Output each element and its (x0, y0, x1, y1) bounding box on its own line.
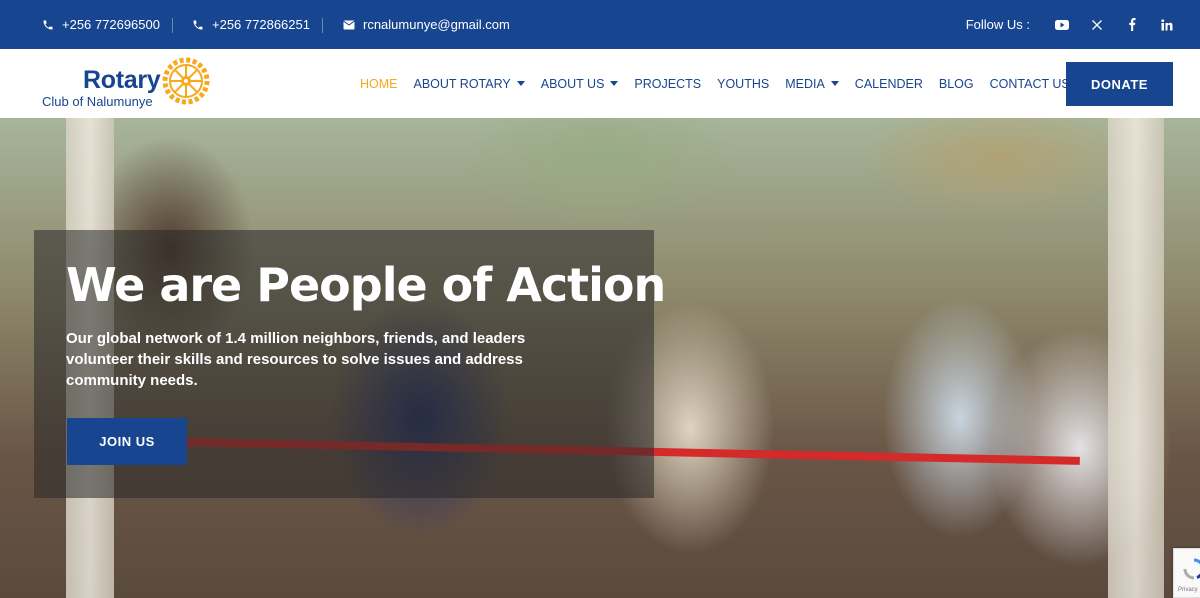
join-us-button[interactable]: JOIN US (67, 418, 187, 465)
logo-name: Rotary (83, 66, 161, 94)
nav-label: ABOUT ROTARY (413, 76, 511, 91)
phone-contact-1[interactable]: +256 772696500 (42, 0, 160, 49)
donate-button[interactable]: DONATE (1066, 62, 1173, 106)
rotary-wheel-icon (162, 57, 210, 105)
nav-label: PROJECTS (634, 76, 702, 91)
recaptcha-label: Privacy (1178, 587, 1198, 593)
hero-banner: We are People of Action Our global netwo… (0, 118, 1200, 598)
email-text: rcnalumunye@gmail.com (363, 17, 510, 32)
phone-contact-2[interactable]: +256 772866251 (192, 0, 310, 49)
nav-about-rotary[interactable]: ABOUT ROTARY (414, 77, 525, 91)
nav-calender[interactable]: CALENDER (855, 77, 923, 91)
nav-home[interactable]: HOME (360, 77, 398, 91)
follow-us: Follow Us : (966, 0, 1184, 49)
site-logo[interactable]: Rotary Club of Nalumunye (42, 57, 214, 111)
site-header: Rotary Club of Nalumunye HOME ABOUT ROTA… (0, 49, 1200, 118)
caret-down-icon (830, 81, 839, 86)
nav-label: MEDIA (785, 76, 825, 91)
hero-description: Our global network of 1.4 million neighb… (66, 330, 526, 389)
phone-2-text: +256 772866251 (212, 17, 310, 32)
hero-photo-pillar (1108, 118, 1164, 598)
phone-icon (43, 20, 53, 29)
recaptcha-icon (1183, 558, 1200, 580)
linkedin-icon[interactable] (1149, 0, 1184, 49)
caret-down-icon (516, 81, 525, 86)
x-icon[interactable] (1079, 0, 1114, 49)
nav-contact-us[interactable]: CONTACT US (990, 77, 1070, 91)
main-nav: HOME ABOUT ROTARY ABOUT US PROJECTS YOUT… (360, 49, 1086, 118)
facebook-icon[interactable] (1114, 0, 1149, 49)
nav-projects[interactable]: PROJECTS (634, 77, 701, 91)
nav-label: ABOUT US (540, 76, 605, 91)
nav-label: CALENDER (854, 76, 923, 91)
nav-youths[interactable]: YOUTHS (717, 77, 769, 91)
youtube-icon[interactable] (1044, 0, 1079, 49)
nav-blog[interactable]: BLOG (939, 77, 974, 91)
nav-label: YOUTHS (717, 76, 770, 91)
phone-1-text: +256 772696500 (62, 17, 160, 32)
caret-down-icon (610, 81, 619, 86)
nav-label: CONTACT US (989, 76, 1070, 91)
recaptcha-badge[interactable]: Privacy (1173, 548, 1200, 598)
nav-label: BLOG (938, 76, 974, 91)
divider (322, 18, 323, 33)
nav-media[interactable]: MEDIA (785, 77, 839, 91)
hero-title: We are People of Action (66, 258, 666, 312)
email-contact[interactable]: rcnalumunye@gmail.com (343, 0, 510, 49)
nav-label: HOME (360, 76, 398, 91)
logo-subtitle: Club of Nalumunye (42, 94, 153, 109)
follow-label: Follow Us : (965, 17, 1030, 32)
phone-icon (193, 20, 203, 29)
divider (172, 18, 173, 33)
top-bar: +256 772696500 +256 772866251 rcnalumuny… (0, 0, 1200, 49)
envelope-icon (343, 20, 355, 29)
nav-about-us[interactable]: ABOUT US (541, 77, 619, 91)
